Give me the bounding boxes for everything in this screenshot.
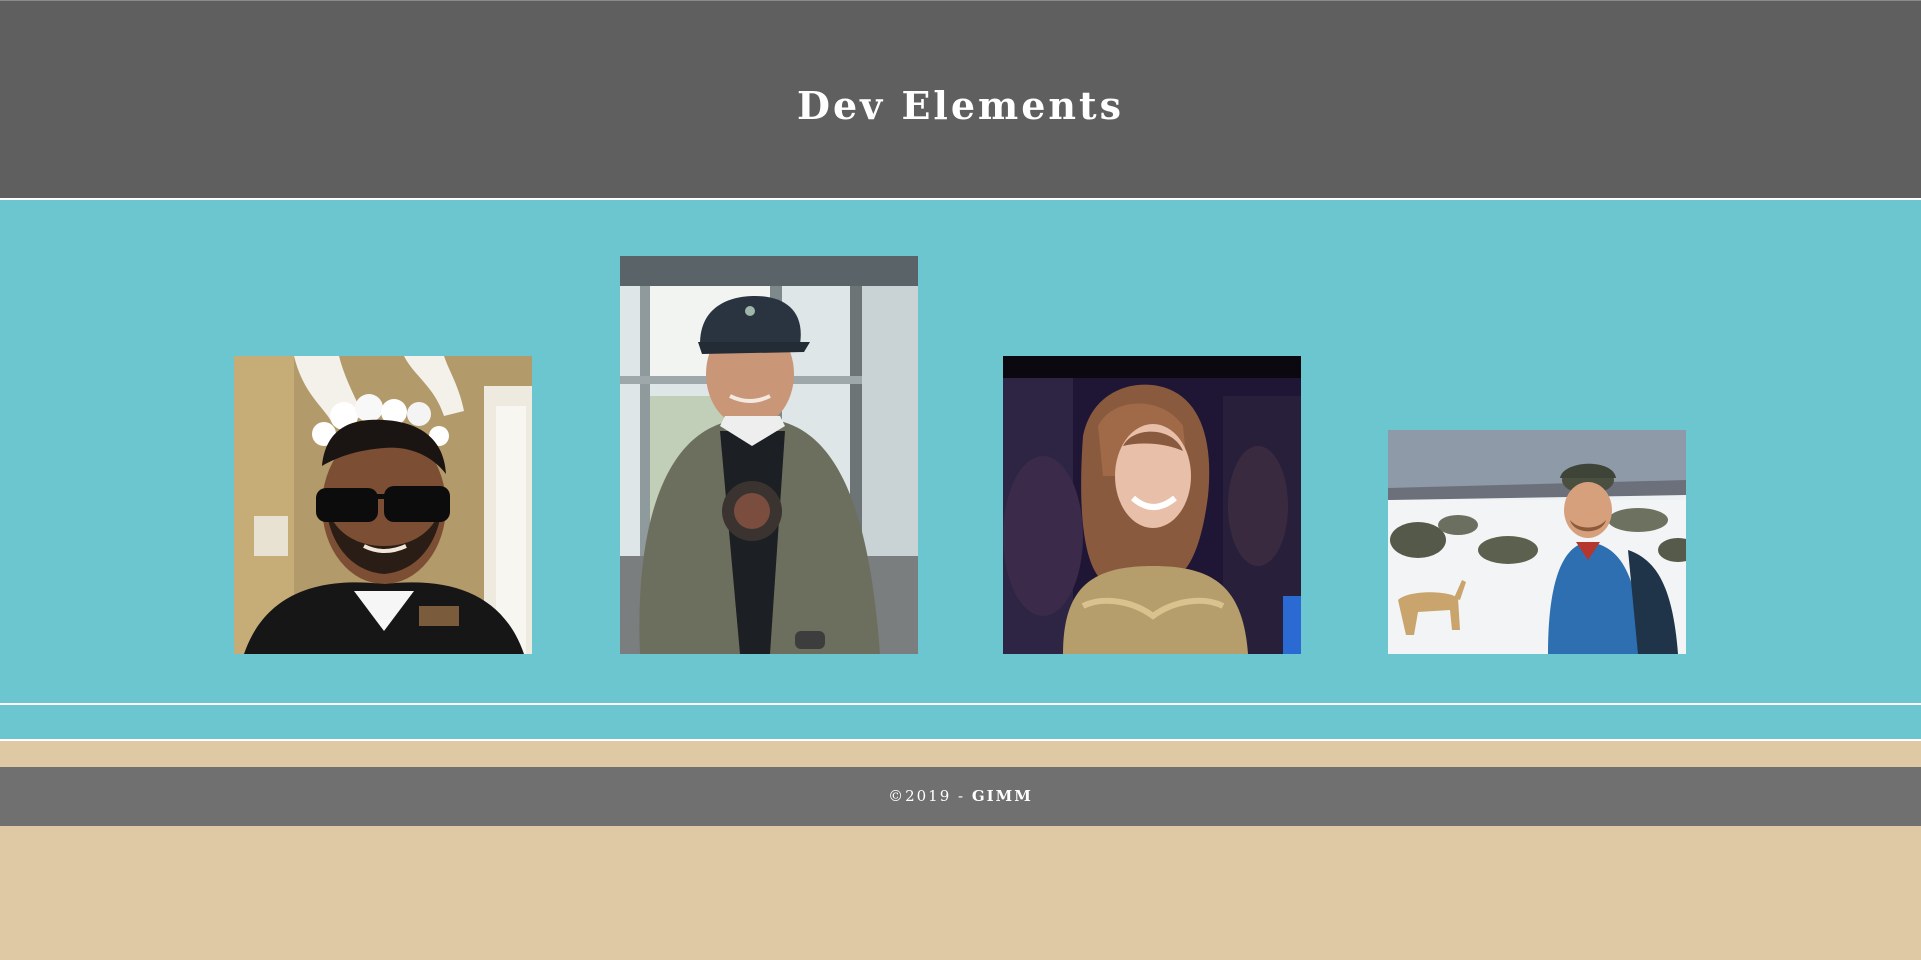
band-divider	[0, 739, 1921, 741]
team-photo-3	[1003, 356, 1301, 654]
copyright-text: ©2019 -	[888, 787, 972, 805]
accent-band	[0, 705, 1921, 739]
team-gallery	[0, 200, 1921, 703]
site-header: Dev Elements	[0, 0, 1921, 198]
site-footer: ©2019 - GIMM	[0, 767, 1921, 826]
team-photo-2	[620, 256, 918, 654]
organization-name: GIMM	[971, 787, 1033, 805]
team-photo-4	[1388, 430, 1686, 654]
site-title: Dev Elements	[797, 83, 1124, 128]
team-photo-1	[234, 356, 532, 654]
